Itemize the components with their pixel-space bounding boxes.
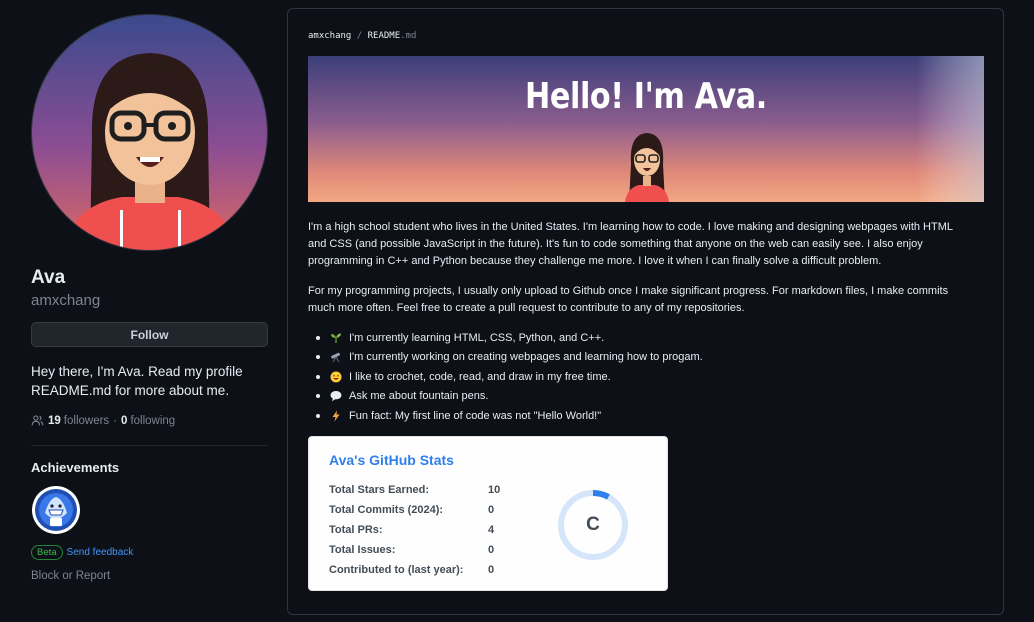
sidebar-divider: [31, 445, 268, 446]
rank-ring: C: [555, 487, 631, 563]
followers-count: 19: [48, 414, 61, 427]
breadcrumb: amxchang / README.md: [308, 31, 416, 41]
speech-bubble-icon: [330, 391, 342, 402]
shark-badge-icon: [32, 486, 80, 534]
readme-panel: amxchang / README.md Hello! I'm Ava. I'm…: [287, 8, 1004, 615]
profile-sidebar: Ava amxchang Follow Hey there, I'm Ava. …: [31, 14, 268, 582]
stat-value: 0: [488, 504, 495, 516]
follow-separator: ·: [113, 414, 118, 427]
bullet-text: I'm currently learning HTML, CSS, Python…: [349, 331, 605, 344]
rank-letter: C: [586, 514, 600, 535]
achievement-badge[interactable]: [31, 485, 81, 535]
bullet-dot: [316, 355, 320, 360]
profile-name: Ava: [31, 267, 66, 288]
following-label: following: [130, 414, 176, 427]
list-item: I like to crochet, code, read, and draw …: [316, 367, 703, 387]
block-report-link[interactable]: Block or Report: [31, 570, 268, 582]
bullet-dot: [316, 374, 320, 379]
profile-bio: Hey there, I'm Ava. Read my profile READ…: [31, 364, 243, 398]
banner-title: Hello! I'm Ava.: [308, 76, 984, 117]
list-item: I'm currently working on creating webpag…: [316, 348, 703, 368]
people-icon: [31, 415, 44, 426]
ava-illustration: [625, 133, 669, 202]
stat-label: Total Issues:: [329, 544, 396, 556]
stat-value: 0: [488, 564, 495, 576]
stat-row: Total Issues: 0: [329, 540, 500, 560]
avatar-illustration: [32, 15, 267, 250]
list-item: I'm currently learning HTML, CSS, Python…: [316, 328, 703, 348]
readme-banner: Hello! I'm Ava.: [308, 56, 984, 202]
bullet-text: I'm currently working on creating webpag…: [349, 351, 703, 364]
stat-row: Total PRs: 4: [329, 520, 500, 540]
smile-icon: [330, 371, 342, 383]
stats-rows: Total Stars Earned: 10 Total Commits (20…: [329, 480, 500, 580]
achievements-title: Achievements: [31, 460, 120, 475]
banner-title-text: Hello! I'm Ava.: [525, 76, 767, 117]
readme-paragraph-2: For my programming projects, I usually o…: [308, 285, 949, 314]
followers-link[interactable]: 19 followers: [48, 415, 109, 427]
list-item: Fun fact: My first line of code was not …: [316, 406, 703, 426]
following-link[interactable]: 0 following: [121, 415, 175, 427]
bullet-text: Ask me about fountain pens.: [349, 390, 489, 403]
bullet-text: Fun fact: My first line of code was not …: [349, 409, 602, 422]
stat-value: 4: [488, 524, 495, 536]
bullet-text: I like to crochet, code, read, and draw …: [349, 370, 611, 383]
lightning-icon: [332, 410, 340, 422]
stat-label: Total Commits (2024):: [329, 504, 444, 516]
stat-label: Contributed to (last year):: [329, 564, 464, 576]
telescope-icon: [331, 353, 340, 363]
stat-row: Contributed to (last year): 0: [329, 560, 500, 580]
stats-card-title: Ava's GitHub Stats: [329, 452, 454, 468]
following-count: 0: [121, 414, 128, 427]
avatar[interactable]: [31, 14, 268, 251]
bullet-dot: [316, 394, 320, 399]
breadcrumb-ext: .md: [400, 31, 417, 41]
follow-stats: 19 followers · 0 following: [31, 414, 268, 427]
bullet-dot: [316, 413, 320, 418]
followers-label: followers: [63, 414, 110, 427]
send-feedback-link[interactable]: Send feedback: [67, 547, 134, 558]
stat-value: 0: [488, 544, 495, 556]
beta-feedback-row: Beta Send feedback: [31, 545, 268, 560]
breadcrumb-separator: /: [356, 31, 363, 41]
breadcrumb-user[interactable]: amxchang: [308, 31, 351, 41]
beta-badge: Beta: [31, 545, 63, 560]
list-item: Ask me about fountain pens.: [316, 387, 703, 407]
stat-value: 10: [488, 484, 501, 496]
stat-row: Total Stars Earned: 10: [329, 480, 500, 500]
stat-label: Total Stars Earned:: [329, 484, 430, 496]
github-stats-card[interactable]: Ava's GitHub Stats Total Stars Earned: 1…: [308, 436, 668, 591]
breadcrumb-file: README: [367, 31, 401, 41]
follow-button[interactable]: Follow: [31, 322, 268, 347]
bullet-dot: [316, 335, 320, 340]
profile-login: amxchang: [31, 292, 101, 309]
readme-bullet-list: I'm currently learning HTML, CSS, Python…: [316, 328, 703, 426]
stat-label: Total PRs:: [329, 524, 383, 536]
stat-row: Total Commits (2024): 0: [329, 500, 500, 520]
readme-paragraph-1: I'm a high school student who lives in t…: [308, 221, 953, 267]
seedling-icon: [331, 333, 341, 343]
